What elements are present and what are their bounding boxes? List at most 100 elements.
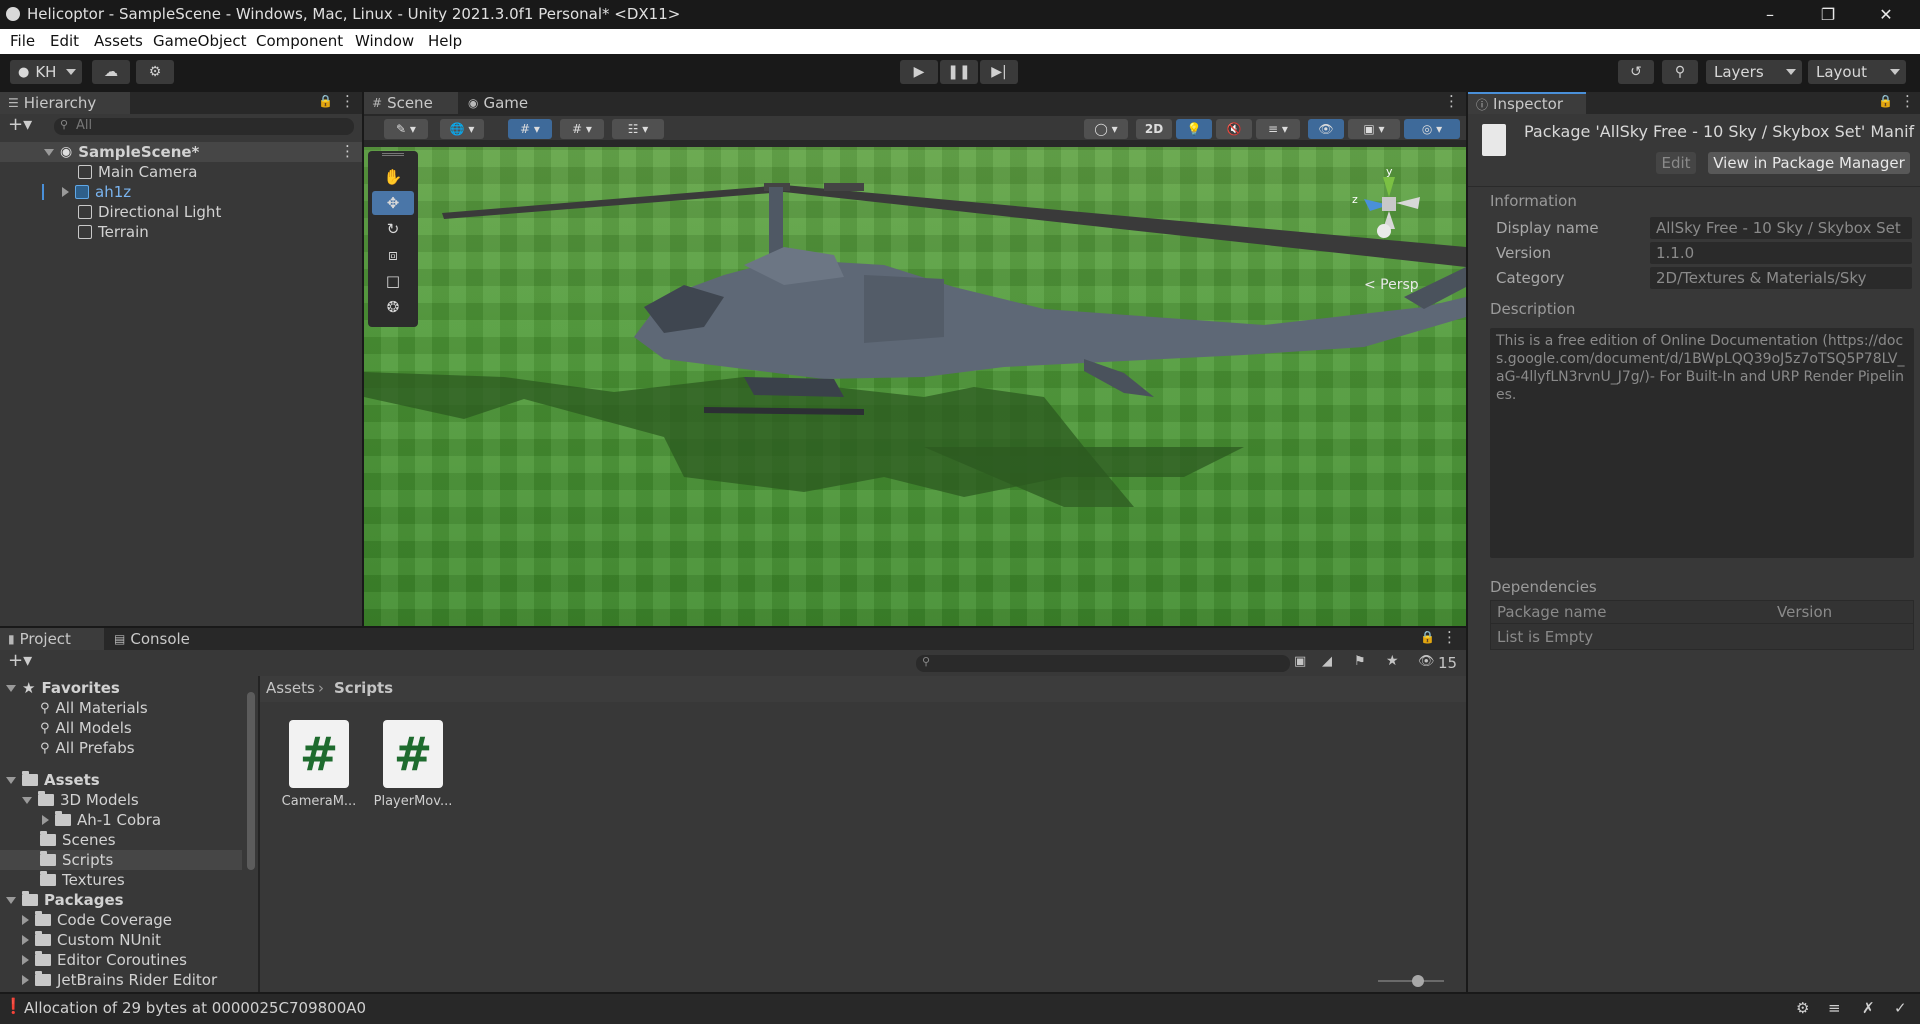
layers-dropdown[interactable]: Layers <box>1706 60 1802 84</box>
transform-tool-button[interactable]: ❂ <box>372 295 414 319</box>
splitter[interactable] <box>258 676 260 992</box>
history-button[interactable]: ↺ <box>1618 60 1654 84</box>
effects-dropdown[interactable]: ≡ ▾ <box>1256 119 1300 139</box>
search-by-type-icon[interactable]: ▣ <box>1294 654 1306 669</box>
hierarchy-search[interactable]: ⚲ All <box>54 118 354 135</box>
expand-icon[interactable] <box>6 776 16 784</box>
rect-tool-button[interactable]: □ <box>372 269 414 293</box>
lock-icon[interactable]: 🔒 <box>318 94 333 108</box>
tab-game[interactable]: ◉ Game <box>460 92 540 114</box>
tree-item-scripts[interactable]: Scripts <box>0 850 242 870</box>
tree-item-package[interactable]: JetBrains Rider Editor <box>22 970 217 990</box>
add-icon[interactable]: +▾ <box>8 114 32 135</box>
restore-button[interactable]: ❐ <box>1800 0 1856 29</box>
packages-root-row[interactable]: Packages <box>0 890 124 910</box>
lock-icon[interactable]: 🔒 <box>1878 94 1893 108</box>
menu-file[interactable]: File <box>10 32 35 50</box>
gizmos-dropdown[interactable]: ◎ ▾ <box>1404 119 1460 139</box>
favorites-row[interactable]: ★ Favorites <box>0 678 120 698</box>
scene-more-icon[interactable]: ⋮ <box>340 142 355 160</box>
expand-icon[interactable] <box>22 915 29 925</box>
step-button[interactable]: ▶| <box>980 60 1018 84</box>
project-search[interactable]: ⚲ <box>916 655 1290 672</box>
search-button[interactable]: ⚲ <box>1662 60 1698 84</box>
scene-viewport[interactable]: ✋ ✥ ↻ ⧈ □ ❂ y z < Persp <box>364 147 1466 626</box>
projection-label[interactable]: < Persp <box>1364 277 1419 293</box>
camera-dropdown[interactable]: ▣ ▾ <box>1348 119 1400 139</box>
hidden-packages-icon[interactable]: 👁 <box>1418 654 1435 669</box>
favorite-item[interactable]: ⚲ All Materials <box>40 698 148 718</box>
menu-gameobject[interactable]: GameObject <box>153 32 247 50</box>
zoom-slider[interactable] <box>1378 975 1444 987</box>
tree-item-package[interactable]: Custom NUnit <box>22 930 161 950</box>
hierarchy-item-terrain[interactable]: Terrain <box>0 222 362 242</box>
more-menu-icon[interactable]: ⋮ <box>1442 628 1457 646</box>
tree-item-textures[interactable]: Textures <box>40 870 125 890</box>
status-message[interactable]: Allocation of 29 bytes at 0000025C709800… <box>24 999 366 1017</box>
tab-project[interactable]: ▮ Project <box>0 628 104 650</box>
lock-icon[interactable]: 🔒 <box>1420 630 1435 644</box>
pause-button[interactable]: ❚❚ <box>940 60 978 84</box>
move-tool-button[interactable]: ✥ <box>372 191 414 215</box>
scene-more-icon[interactable]: ⋮ <box>1444 92 1459 110</box>
hierarchy-item-main-camera[interactable]: Main Camera <box>0 162 362 182</box>
expand-icon[interactable] <box>22 796 32 804</box>
tree-item-scenes[interactable]: Scenes <box>40 830 116 850</box>
assets-root-row[interactable]: Assets <box>0 770 100 790</box>
menu-assets[interactable]: Assets <box>94 32 143 50</box>
filter-type-icon[interactable]: ◢ <box>1322 654 1332 669</box>
debug-icon[interactable]: ⚙ <box>1796 999 1809 1017</box>
breadcrumb-assets[interactable]: Assets <box>266 679 315 697</box>
global-toggle[interactable]: 🌐 ▾ <box>440 119 484 139</box>
hand-tool-button[interactable]: ✋ <box>372 165 414 189</box>
menu-component[interactable]: Component <box>256 32 343 50</box>
scale-tool-button[interactable]: ⧈ <box>372 243 414 267</box>
zoom-slider-thumb[interactable] <box>1412 975 1424 987</box>
rotate-tool-button[interactable]: ↻ <box>372 217 414 241</box>
asset-file[interactable]: # PlayerMov... <box>368 720 458 809</box>
asset-file[interactable]: # CameraM... <box>274 720 364 809</box>
more-menu-icon[interactable]: ⋮ <box>340 92 355 110</box>
lighting-toggle[interactable]: 💡 <box>1176 119 1212 139</box>
close-window-button[interactable]: ✕ <box>1858 0 1914 29</box>
audio-toggle[interactable]: 🔇 <box>1216 119 1252 139</box>
cloud-button[interactable]: ☁ <box>92 60 130 84</box>
hierarchy-item-directional-light[interactable]: Directional Light <box>0 202 362 222</box>
favorite-item[interactable]: ⚲ All Prefabs <box>40 738 135 758</box>
tree-item-package[interactable]: Code Coverage <box>22 910 172 930</box>
tab-hierarchy[interactable]: ☰ Hierarchy <box>0 92 130 114</box>
expand-icon[interactable] <box>6 896 16 904</box>
tree-scrollbar[interactable] <box>246 680 256 986</box>
scene-root-row[interactable]: ◉ SampleScene* ⋮ <box>0 142 362 162</box>
star-icon[interactable]: ★ <box>1386 653 1399 669</box>
view-in-package-manager-button[interactable]: View in Package Manager <box>1708 152 1910 174</box>
edit-button[interactable]: Edit <box>1656 152 1696 174</box>
progress-icon[interactable]: ≡ <box>1828 999 1841 1017</box>
expand-icon[interactable] <box>22 935 29 945</box>
expand-icon[interactable] <box>22 955 29 965</box>
shading-mode-dropdown[interactable]: ◯ ▾ <box>1084 119 1128 139</box>
tree-item-ah1-cobra[interactable]: Ah-1 Cobra <box>42 810 161 830</box>
expand-icon[interactable] <box>22 975 29 985</box>
label-icon[interactable]: ⚑ <box>1354 654 1366 669</box>
expand-icon[interactable] <box>62 187 69 197</box>
auto-generate-icon[interactable]: ✗ <box>1862 999 1875 1017</box>
hidden-objects-toggle[interactable]: 👁 <box>1308 119 1344 139</box>
draw-mode-dropdown[interactable]: ✎ ▾ <box>384 119 428 139</box>
incremental-snap-toggle[interactable]: # ▾ <box>560 119 604 139</box>
grid-snap-toggle[interactable]: # ▾ <box>508 119 552 139</box>
orientation-gizmo[interactable]: y z <box>1334 165 1444 257</box>
tab-inspector[interactable]: ⓘ Inspector <box>1468 92 1586 114</box>
account-dropdown[interactable]: ● KH <box>10 60 82 84</box>
checkmark-icon[interactable]: ✓ <box>1894 999 1907 1017</box>
tab-scene[interactable]: # Scene <box>364 92 458 114</box>
minimize-button[interactable]: – <box>1742 0 1798 29</box>
collab-button[interactable]: ⚙ <box>136 60 174 84</box>
drag-handle[interactable] <box>382 153 404 156</box>
tab-console[interactable]: ▤ Console <box>106 628 206 650</box>
more-menu-icon[interactable]: ⋮ <box>1900 92 1915 110</box>
hierarchy-item-ah1z[interactable]: ah1z <box>0 182 362 202</box>
helicopter-model[interactable] <box>364 147 1466 626</box>
expand-icon[interactable] <box>42 815 49 825</box>
scrollbar-thumb[interactable] <box>247 692 255 870</box>
